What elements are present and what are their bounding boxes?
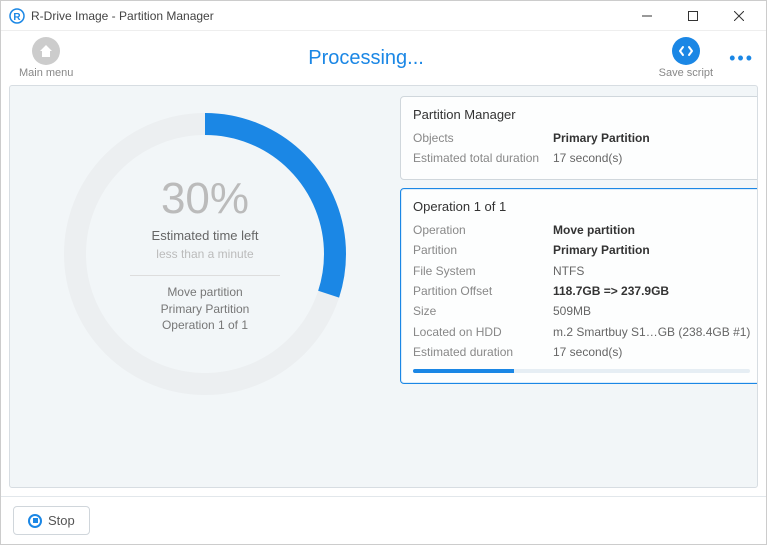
operation-progress-bar bbox=[413, 369, 750, 373]
kv-row: Estimated duration17 second(s) bbox=[413, 342, 750, 362]
kv-value: m.2 Smartbuy S1…GB (238.4GB #1) bbox=[553, 322, 750, 342]
kv-row: ObjectsPrimary Partition bbox=[413, 128, 750, 148]
kv-row: Size509MB bbox=[413, 301, 750, 321]
svg-text:R: R bbox=[13, 12, 21, 23]
kv-key: Size bbox=[413, 301, 553, 321]
close-button[interactable] bbox=[716, 1, 762, 31]
kv-row: File SystemNTFS bbox=[413, 261, 750, 281]
progress-percent: 30% bbox=[161, 174, 249, 224]
kv-value: NTFS bbox=[553, 261, 750, 281]
op-line: Move partition bbox=[161, 284, 250, 301]
kv-key: File System bbox=[413, 261, 553, 281]
window-controls bbox=[624, 1, 762, 31]
save-script-label: Save script bbox=[659, 67, 713, 79]
details-panel: Partition Manager ObjectsPrimary Partiti… bbox=[400, 96, 758, 477]
kv-key: Estimated total duration bbox=[413, 148, 553, 168]
kv-value: Move partition bbox=[553, 220, 750, 240]
progress-donut: 30% Estimated time left less than a minu… bbox=[55, 104, 355, 404]
save-script-button[interactable]: Save script bbox=[653, 35, 719, 81]
kv-value: 17 second(s) bbox=[553, 342, 750, 362]
op-line: Primary Partition bbox=[161, 301, 250, 318]
summary-title: Partition Manager bbox=[413, 107, 750, 122]
kv-key: Partition bbox=[413, 240, 553, 260]
minimize-button[interactable] bbox=[624, 1, 670, 31]
stop-label: Stop bbox=[48, 513, 75, 528]
home-icon bbox=[32, 37, 60, 65]
window-title: R-Drive Image - Partition Manager bbox=[31, 9, 624, 23]
operation-box: Operation 1 of 1 OperationMove partition… bbox=[400, 188, 758, 384]
content-area: 30% Estimated time left less than a minu… bbox=[9, 85, 758, 488]
summary-box: Partition Manager ObjectsPrimary Partiti… bbox=[400, 96, 758, 180]
kv-value: 118.7GB => 237.9GB bbox=[553, 281, 750, 301]
toolbar: Main menu Processing... Save script ••• bbox=[1, 31, 766, 85]
footer: Stop bbox=[1, 496, 766, 544]
maximize-button[interactable] bbox=[670, 1, 716, 31]
main-menu-label: Main menu bbox=[19, 67, 73, 79]
kv-row: Estimated total duration17 second(s) bbox=[413, 148, 750, 168]
kv-key: Partition Offset bbox=[413, 281, 553, 301]
kv-value: Primary Partition bbox=[553, 240, 750, 260]
kv-row: Located on HDDm.2 Smartbuy S1…GB (238.4G… bbox=[413, 322, 750, 342]
divider bbox=[130, 275, 280, 276]
main-menu-button[interactable]: Main menu bbox=[13, 35, 79, 81]
kv-row: OperationMove partition bbox=[413, 220, 750, 240]
code-icon bbox=[672, 37, 700, 65]
page-title: Processing... bbox=[79, 47, 652, 70]
more-menu-button[interactable]: ••• bbox=[729, 48, 754, 69]
kv-key: Estimated duration bbox=[413, 342, 553, 362]
kv-key: Operation bbox=[413, 220, 553, 240]
kv-value: 17 second(s) bbox=[553, 148, 750, 168]
op-line: Operation 1 of 1 bbox=[161, 317, 250, 334]
window-titlebar: R R-Drive Image - Partition Manager bbox=[1, 1, 766, 31]
kv-row: Partition Offset118.7GB => 237.9GB bbox=[413, 281, 750, 301]
estimated-time-value: less than a minute bbox=[156, 247, 253, 261]
kv-value: 509MB bbox=[553, 301, 750, 321]
kv-row: PartitionPrimary Partition bbox=[413, 240, 750, 260]
estimated-time-label: Estimated time left bbox=[152, 228, 259, 243]
kv-value: Primary Partition bbox=[553, 128, 750, 148]
current-operation-summary: Move partition Primary Partition Operati… bbox=[161, 284, 250, 334]
app-icon: R bbox=[9, 8, 25, 24]
operation-title: Operation 1 of 1 bbox=[413, 199, 750, 214]
progress-panel: 30% Estimated time left less than a minu… bbox=[20, 96, 390, 477]
kv-key: Located on HDD bbox=[413, 322, 553, 342]
stop-icon bbox=[28, 514, 42, 528]
kv-key: Objects bbox=[413, 128, 553, 148]
stop-button[interactable]: Stop bbox=[13, 506, 90, 535]
